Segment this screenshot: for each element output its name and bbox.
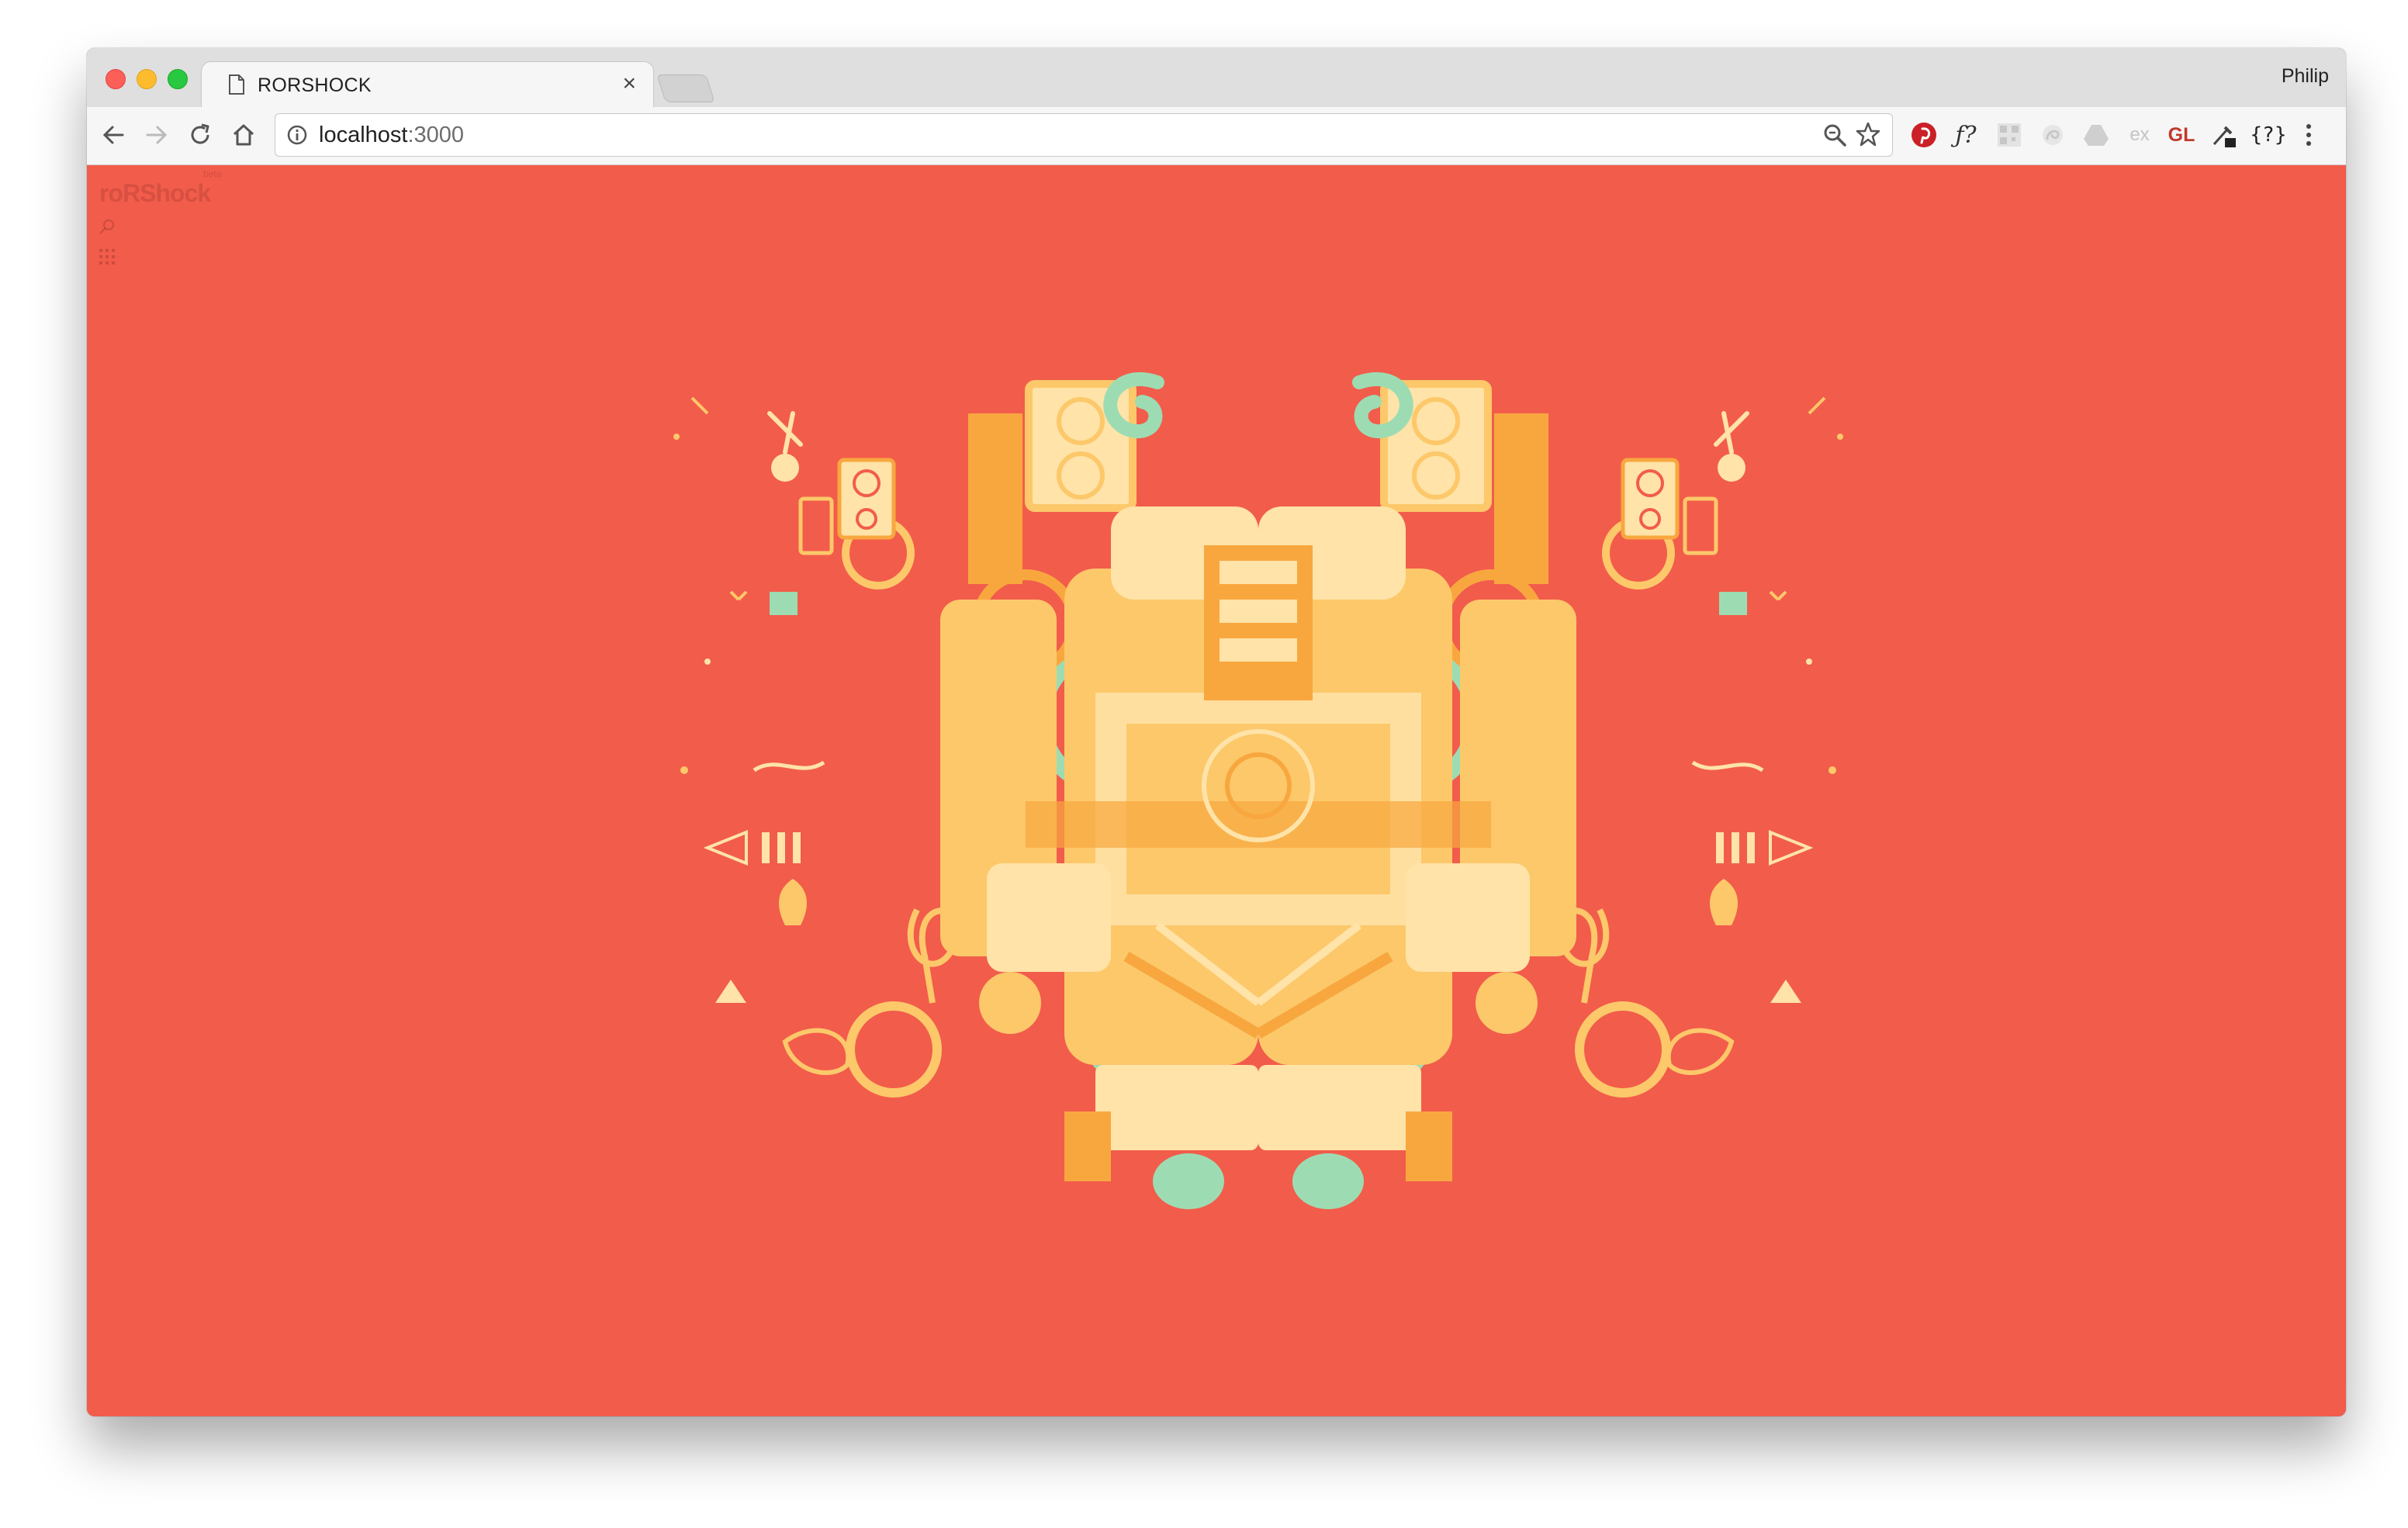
f-question-icon[interactable]: ƒ? [1949, 116, 1983, 154]
home-icon[interactable] [230, 121, 258, 149]
json-formatter-icon[interactable]: {?} [2251, 116, 2287, 154]
menu-icon[interactable] [2293, 116, 2324, 154]
tab-strip: RORSHOCK × Philip [87, 48, 2346, 107]
grid-icon[interactable] [98, 247, 116, 266]
url-text[interactable]: localhost:3000 [319, 123, 464, 148]
eyedropper-icon[interactable] [2208, 116, 2242, 154]
back-icon[interactable] [99, 121, 127, 149]
maximize-window-button[interactable] [168, 69, 188, 89]
bookmark-star-icon[interactable] [1855, 121, 1881, 147]
swirl-icon[interactable] [2036, 116, 2070, 154]
reload-icon[interactable] [186, 121, 214, 149]
profile-button[interactable]: Philip [2282, 65, 2329, 88]
qr-icon[interactable] [1992, 116, 2026, 154]
tab-rorshock[interactable]: RORSHOCK × [202, 62, 653, 107]
minimize-window-button[interactable] [137, 69, 157, 89]
search-icon[interactable] [98, 218, 116, 237]
close-window-button[interactable] [106, 69, 126, 89]
url-host: localhost [319, 123, 408, 147]
forward-icon[interactable] [143, 121, 171, 149]
close-tab-button[interactable]: × [622, 71, 636, 96]
new-tab-button[interactable] [656, 74, 715, 102]
address-bar[interactable]: localhost:3000 [275, 113, 1893, 157]
page-icon [229, 74, 244, 95]
tab-title: RORSHOCK [258, 74, 372, 96]
gl-icon[interactable]: GL [2164, 116, 2199, 154]
logo-badge: beta [203, 168, 222, 179]
zoom-icon[interactable] [1822, 123, 1847, 147]
toolbar: localhost:3000 ƒ? ex GL {?} [87, 107, 2346, 165]
info-icon[interactable] [286, 124, 308, 146]
site-logo[interactable]: roRShock [99, 179, 211, 208]
drive-icon[interactable] [2079, 116, 2113, 154]
browser-window: RORSHOCK × Philip localhost:3000 ƒ? ex G… [87, 48, 2346, 1416]
rorschach-artwork [661, 367, 1856, 1220]
ex-icon[interactable]: ex [2123, 116, 2157, 154]
page-content: roRShock beta [87, 165, 2346, 1416]
pinterest-icon[interactable] [1907, 116, 1941, 154]
url-port: :3000 [407, 123, 465, 147]
